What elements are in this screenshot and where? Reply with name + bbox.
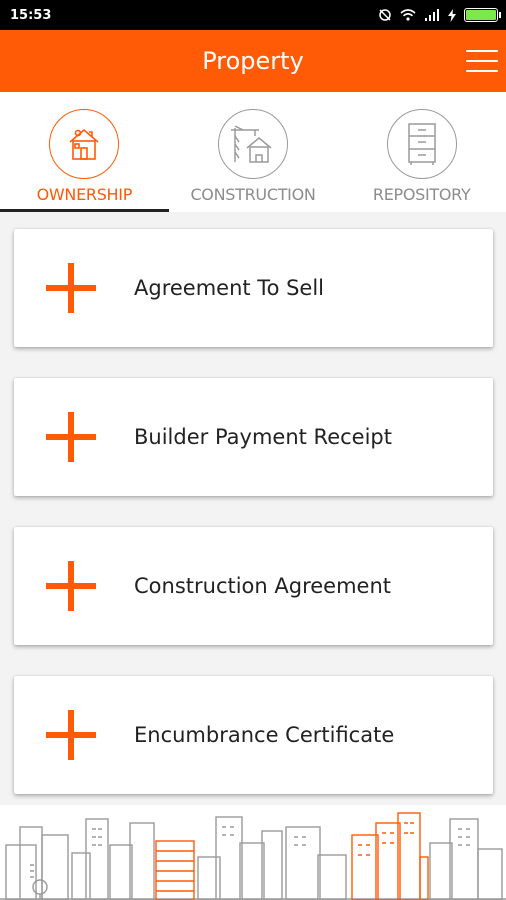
menu-button[interactable]: [464, 43, 500, 79]
alarm-icon: [379, 9, 391, 21]
tab-label: CONSTRUCTION: [190, 185, 316, 204]
tab-construction[interactable]: CONSTRUCTION: [169, 92, 338, 212]
tab-repository[interactable]: REPOSITORY: [337, 92, 506, 212]
tab-bar: OWNERSHIP CONSTRUCTION REPOSITORY: [0, 92, 506, 212]
battery-icon: [464, 8, 501, 22]
status-icons: [378, 8, 501, 22]
status-bar: 15:53: [0, 0, 506, 30]
plus-icon: [46, 561, 96, 611]
menu-icon-line: [466, 70, 498, 72]
plus-icon: [46, 263, 96, 313]
wifi-icon: [400, 9, 416, 21]
plus-icon: [46, 710, 96, 760]
menu-icon: [466, 50, 498, 52]
list-item-construction-agreement[interactable]: Construction Agreement: [14, 527, 493, 645]
skyline-illustration: [0, 805, 506, 900]
document-list: Agreement To Sell Builder Payment Receip…: [14, 229, 493, 825]
crane-house-icon: [218, 109, 288, 179]
signal-icon: [425, 9, 439, 21]
status-time: 15:53: [10, 7, 52, 23]
list-item-label: Construction Agreement: [134, 574, 392, 598]
list-item-label: Builder Payment Receipt: [134, 425, 392, 449]
page-title: Property: [202, 47, 304, 75]
cabinet-icon: [386, 109, 457, 179]
tab-ownership[interactable]: OWNERSHIP: [0, 92, 169, 212]
tab-label: REPOSITORY: [372, 185, 471, 204]
menu-icon-line: [466, 60, 498, 62]
charging-icon: [448, 8, 456, 22]
house-icon: [49, 109, 120, 179]
list-item-label: Encumbrance Certificate: [134, 723, 395, 747]
list-item-label: Agreement To Sell: [134, 276, 325, 300]
list-item-builder-payment-receipt[interactable]: Builder Payment Receipt: [14, 378, 493, 496]
tab-label: OWNERSHIP: [36, 185, 133, 204]
plus-icon: [46, 412, 96, 462]
list-item-encumbrance-certificate[interactable]: Encumbrance Certificate: [14, 676, 493, 794]
app-bar: Property: [0, 30, 506, 92]
list-item-agreement-to-sell[interactable]: Agreement To Sell: [14, 229, 493, 347]
